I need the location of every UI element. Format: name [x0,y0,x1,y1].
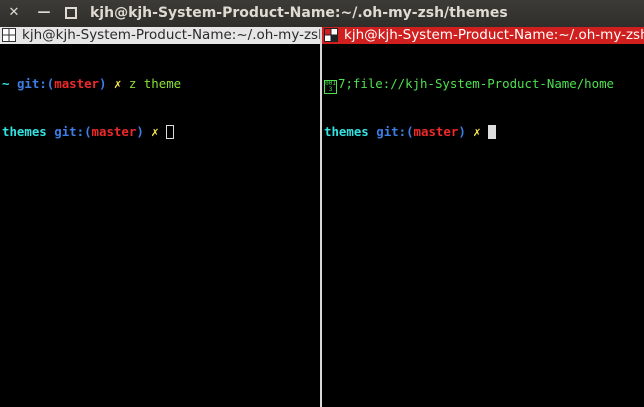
prompt-line: ~ git:(master) ✗ z theme [2,76,320,92]
terminal-grid-icon [2,28,16,42]
prompt-git-label: git: [16,76,47,91]
output-line: 0013 7;file://kjh-System-Product-Name/hom… [324,76,644,94]
prompt-branch: master [91,124,137,139]
pane-tab-title: kjh@kjh-System-Product-Name:~/.oh-my-zsh [344,27,644,43]
prompt-git-label: git: [54,124,85,139]
pane-tab-title: kjh@kjh-System-Product-Name:~/.oh-my-zsh [22,27,320,43]
escape-output-text: 7;file://kjh-System-Product-Name/home [338,76,615,91]
prompt-dirty-mark: ✗ [151,124,159,139]
prompt-dir: ~ [2,76,10,91]
terminal-pane-right[interactable]: kjh@kjh-System-Product-Name:~/.oh-my-zsh… [322,27,644,407]
pane-tab-right[interactable]: kjh@kjh-System-Product-Name:~/.oh-my-zsh [322,27,644,44]
terminal-cursor [166,125,175,139]
prompt-paren: ( [406,124,414,139]
prompt-branch: master [54,76,100,91]
terminal-output[interactable]: ~ git:(master) ✗ z theme themes git:(mas… [0,44,320,172]
prompt-dirty-mark: ✗ [113,76,122,91]
prompt-line: themes git:(master) ✗ [2,124,320,140]
terminal-grid-icon [324,28,338,42]
close-icon[interactable]: ✕ [6,5,22,21]
minimize-icon[interactable]: — [36,5,52,21]
prompt-paren: ) [458,124,466,139]
prompt-branch: master [413,124,459,139]
typed-command: z theme [128,76,182,91]
pane-tab-left[interactable]: kjh@kjh-System-Product-Name:~/.oh-my-zsh [0,27,320,44]
prompt-paren: ) [99,76,107,91]
window-title: kjh@kjh-System-Product-Name:~/.oh-my-zsh… [90,5,508,21]
prompt-paren: ( [84,124,92,139]
terminal-pane-left[interactable]: kjh@kjh-System-Product-Name:~/.oh-my-zsh… [0,27,320,407]
prompt-dirty-mark: ✗ [473,124,481,139]
prompt-dir: themes [2,124,47,139]
maximize-icon[interactable] [63,5,79,21]
prompt-dir: themes [324,124,369,139]
unprintable-char-box: 0013 [324,80,337,94]
window-titlebar[interactable]: ✕ — kjh@kjh-System-Product-Name:~/.oh-my… [0,0,644,27]
terminal-cursor [488,125,497,139]
terminal-output[interactable]: 0013 7;file://kjh-System-Product-Name/hom… [322,44,644,172]
prompt-git-label: git: [376,124,407,139]
prompt-line: themes git:(master) ✗ [324,124,644,140]
prompt-paren: ) [136,124,144,139]
